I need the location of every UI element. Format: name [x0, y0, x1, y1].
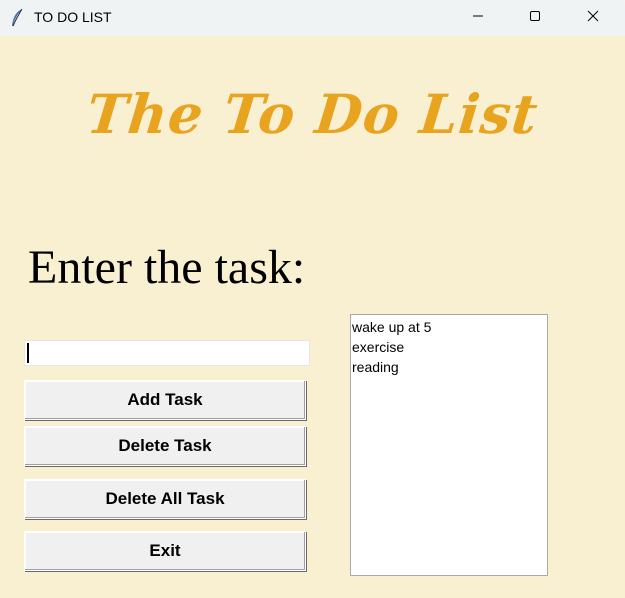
list-item[interactable]: wake up at 5 [352, 317, 547, 337]
task-prompt-label: Enter the task: [28, 241, 306, 294]
maximize-button[interactable] [507, 0, 563, 36]
feather-icon [10, 8, 24, 28]
delete-task-button[interactable]: Delete Task [24, 426, 306, 466]
text-cursor [27, 343, 29, 363]
maximize-icon [529, 9, 541, 27]
list-item[interactable]: exercise [352, 337, 547, 357]
task-input[interactable] [24, 340, 310, 366]
close-icon [587, 9, 599, 27]
exit-button[interactable]: Exit [24, 531, 306, 571]
app-heading: The To Do List [83, 82, 542, 146]
delete-all-task-button[interactable]: Delete All Task [24, 479, 306, 519]
title-bar[interactable]: TO DO LIST [0, 0, 625, 36]
task-listbox[interactable]: wake up at 5 exercise reading [350, 314, 548, 576]
list-item[interactable]: reading [352, 357, 547, 377]
add-task-button[interactable]: Add Task [24, 380, 306, 420]
window-title: TO DO LIST [34, 9, 112, 25]
app-content: The To Do List Enter the task: Add Task … [0, 36, 625, 598]
app-window: TO DO LIST The To Do List Enter the task… [0, 0, 625, 598]
minimize-button[interactable] [450, 0, 506, 36]
close-button[interactable] [565, 0, 621, 36]
minimize-icon [472, 9, 484, 27]
